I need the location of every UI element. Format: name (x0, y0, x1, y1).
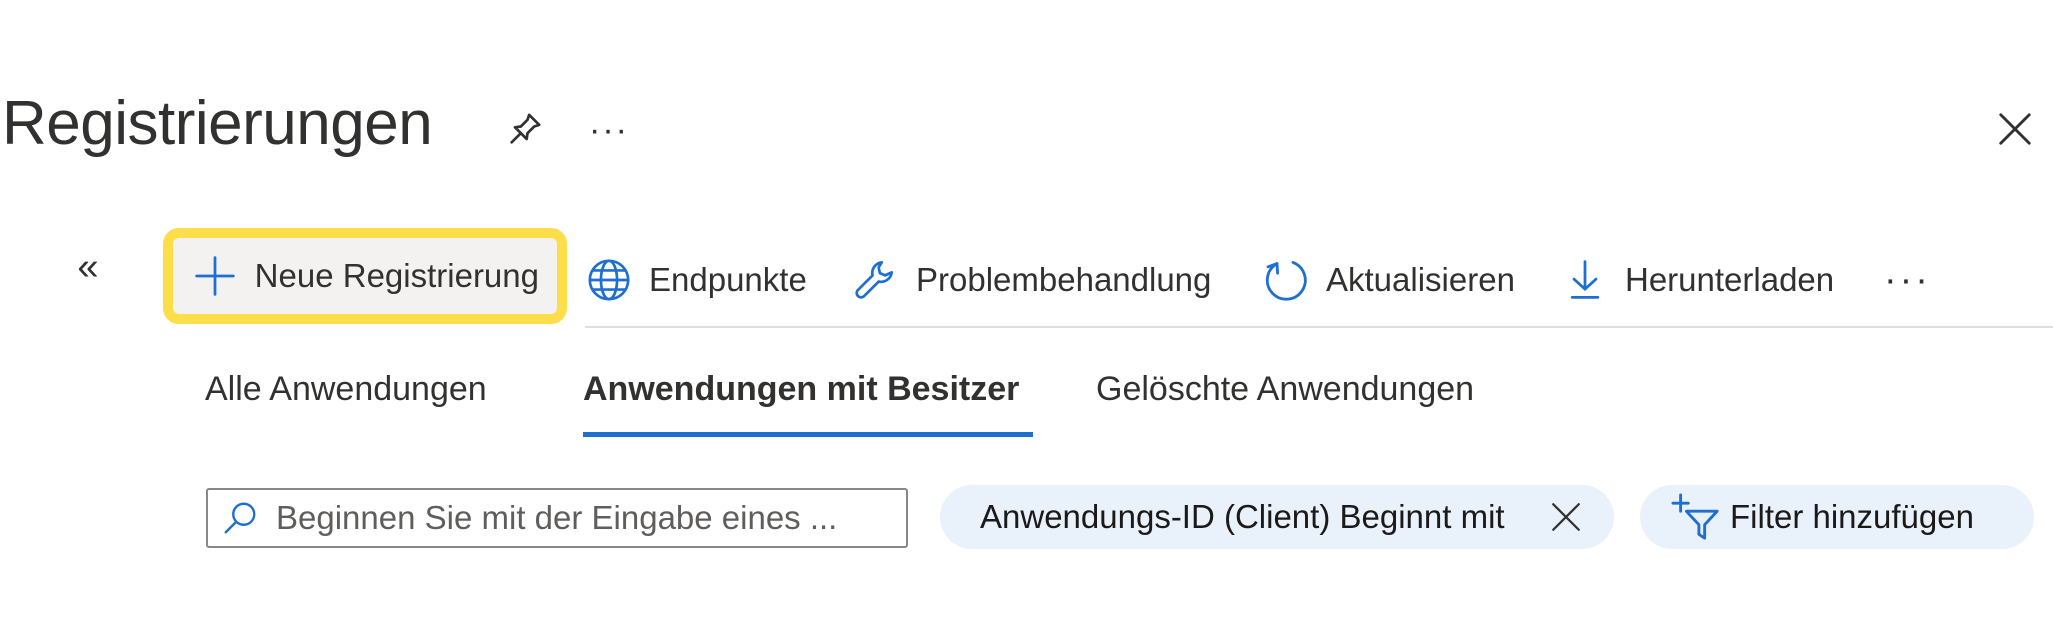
filter-pill-label: Anwendungs-ID (Client) Beginnt mit (980, 498, 1505, 535)
troubleshooting-label: Problembehandlung (916, 261, 1212, 298)
plus-icon (191, 252, 239, 300)
download-label: Herunterladen (1625, 261, 1835, 298)
toolbar-more-icon[interactable]: ··· (1884, 250, 1931, 310)
download-button[interactable]: Herunterladen (1561, 250, 1834, 310)
new-registration-label: Neue Registrierung (254, 257, 539, 294)
refresh-label: Aktualisieren (1326, 261, 1515, 298)
active-tab-indicator (583, 432, 1033, 437)
refresh-icon (1262, 256, 1310, 304)
endpoints-button[interactable]: Endpunkte (585, 250, 807, 310)
tab-owned-applications[interactable]: Anwendungen mit Besitzer (583, 370, 1019, 409)
search-box[interactable] (206, 488, 908, 548)
filter-pill[interactable]: Anwendungs-ID (Client) Beginnt mit (940, 485, 1614, 549)
add-filter-button[interactable]: Filter hinzufügen (1640, 485, 2034, 549)
tab-deleted-applications[interactable]: Gelöschte Anwendungen (1096, 370, 1474, 409)
pin-icon[interactable] (500, 104, 550, 154)
troubleshooting-button[interactable]: Problembehandlung (852, 250, 1211, 310)
search-input[interactable] (274, 498, 878, 538)
tab-all-applications[interactable]: Alle Anwendungen (205, 370, 487, 409)
download-icon (1561, 256, 1609, 304)
toolbar-divider (585, 326, 2053, 328)
close-icon[interactable] (1990, 104, 2040, 154)
search-icon (220, 498, 260, 538)
page-title: Registrierungen (2, 89, 433, 158)
endpoints-label: Endpunkte (649, 261, 807, 298)
add-filter-icon (1670, 491, 1722, 543)
wrench-icon (852, 256, 900, 304)
more-options-icon[interactable]: ··· (587, 108, 631, 152)
add-filter-label: Filter hinzufügen (1730, 498, 1974, 535)
refresh-button[interactable]: Aktualisieren (1262, 250, 1515, 310)
globe-icon (585, 256, 633, 304)
new-registration-button[interactable]: Neue Registrierung (163, 228, 567, 324)
collapse-menu-icon[interactable]: « (66, 245, 110, 289)
remove-filter-icon[interactable] (1546, 497, 1586, 537)
